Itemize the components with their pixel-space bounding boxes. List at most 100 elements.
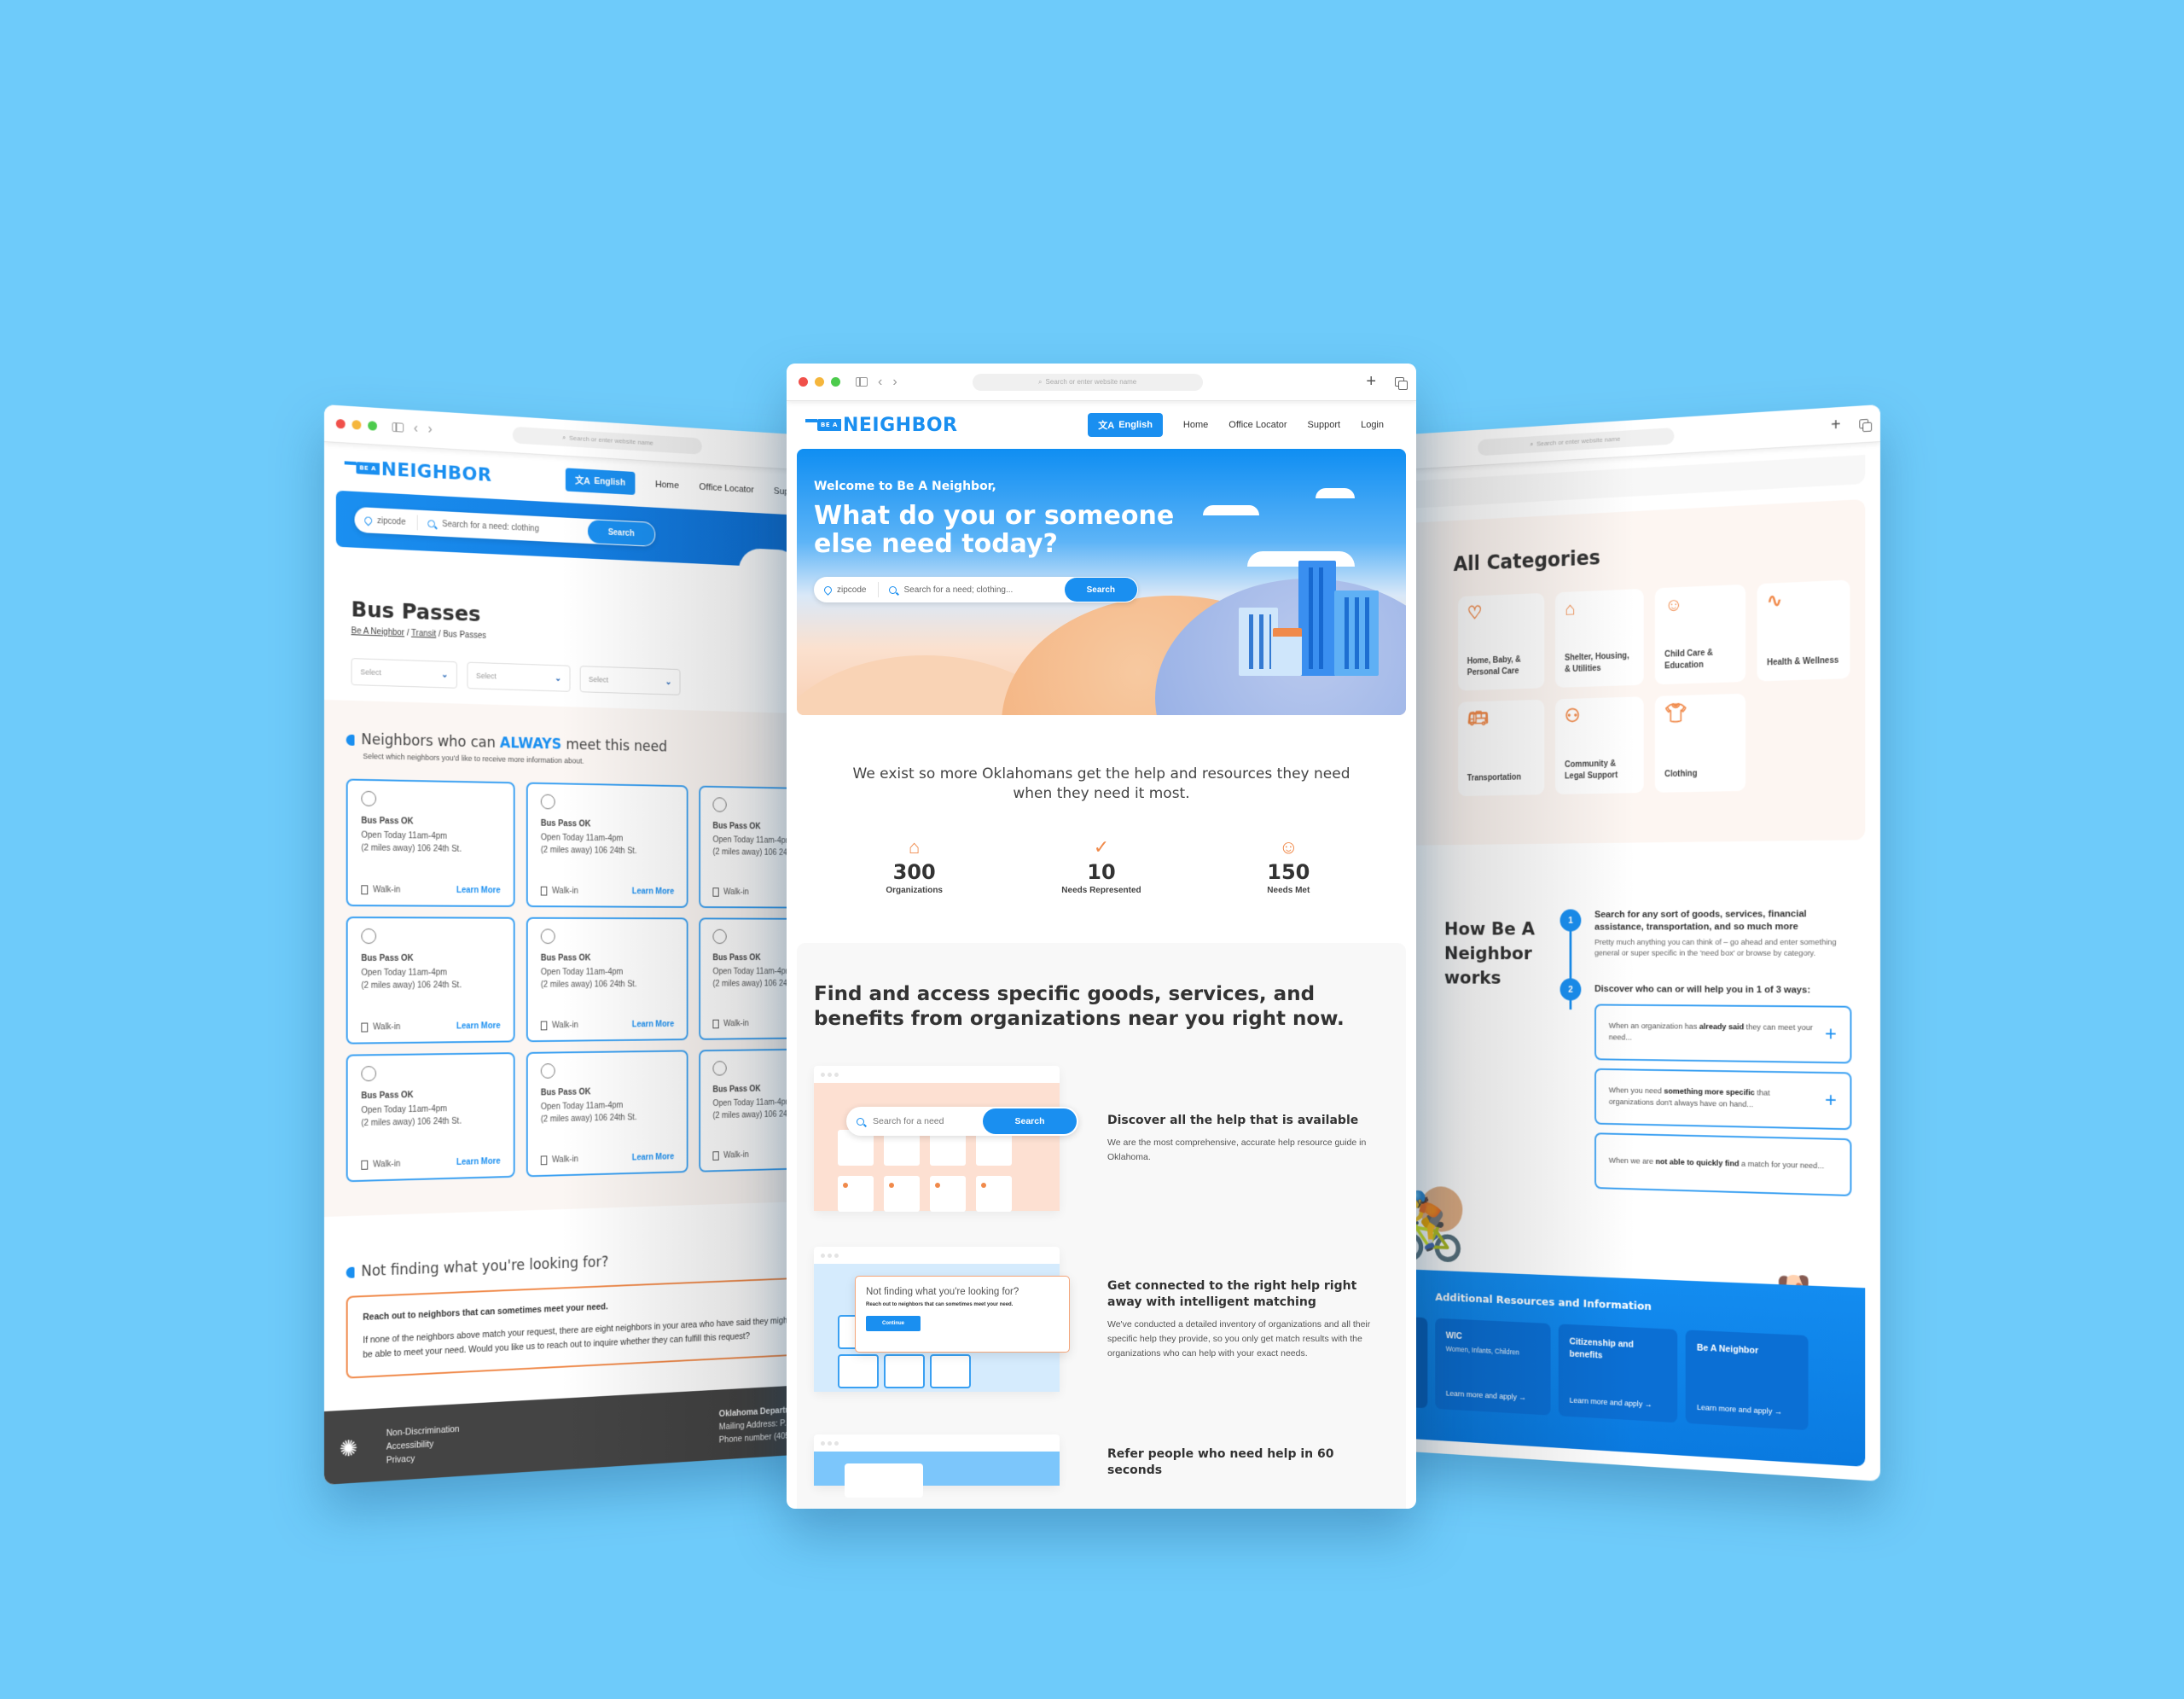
category-tile[interactable]: 🚌︎ Transportation [1458, 699, 1545, 796]
stats-row: ⌂ 300 Organizations ✓ 10 Needs Represented ☺ 15… [821, 836, 1382, 895]
logo[interactable]: BE A NEIGHBOR [805, 415, 958, 436]
select-radio[interactable] [540, 1063, 555, 1079]
house-heart-icon: ⌂ [909, 836, 921, 858]
new-tab-plus-icon[interactable]: + [1831, 416, 1840, 436]
feature-title: Discover all the help that is available [1107, 1113, 1359, 1127]
mode-text: Walk-in [551, 886, 578, 896]
learn-more-link[interactable]: Learn More [456, 1157, 500, 1167]
language-button[interactable]: 文A English [1088, 413, 1163, 437]
nav-home[interactable]: Home [655, 480, 679, 491]
nav-support[interactable]: Support [1308, 420, 1341, 430]
forward-arrow-icon[interactable]: › [428, 422, 433, 437]
org-name: Bus Pass OK [361, 1091, 414, 1102]
select-radio[interactable] [361, 1066, 377, 1082]
back-arrow-icon[interactable]: ‹ [414, 421, 418, 436]
nav-home[interactable]: Home [1183, 420, 1208, 430]
nav-links: 文AEnglish Home Office Locator Support [565, 468, 804, 504]
new-tab-plus-icon[interactable]: + [1366, 372, 1376, 392]
url-bar[interactable]: ⌕ Search or enter website name [972, 373, 1203, 391]
filter-select-1[interactable]: Select ⌄ [351, 658, 457, 689]
resource-card[interactable]: WIC Women, Infants, Children Learn more an… [1435, 1318, 1551, 1416]
sidebar-toggle-icon[interactable] [392, 422, 404, 433]
neighbor-card[interactable]: Bus Pass OK Open Today 11am-4pm (2 miles a… [526, 1050, 688, 1178]
categories-heading: All Categories [1453, 545, 1600, 576]
feature-text: Discover all the help that is available … [1107, 1113, 1380, 1165]
neighbor-card[interactable]: Bus Pass OK Open Today 11am-4pm (2 miles a… [526, 916, 688, 1043]
select-radio[interactable] [540, 794, 555, 810]
breadcrumb-home[interactable]: Be A Neighbor [351, 626, 405, 637]
back-arrow-icon[interactable]: ‹ [878, 375, 882, 390]
select-radio[interactable] [361, 928, 377, 945]
need-search-input[interactable]: Search for a need: clothing [418, 518, 587, 536]
maximize-window-button[interactable] [831, 377, 840, 387]
category-tile[interactable]: ⚇ Community & Legal Support [1555, 696, 1644, 794]
select-radio[interactable] [540, 928, 555, 945]
feature-title: Get connected to the right help right aw… [1107, 1278, 1357, 1309]
category-tile[interactable]: ☺ Child Care & Education [1654, 584, 1746, 685]
learn-more-apply-link[interactable]: Learn more and apply → [1697, 1403, 1797, 1417]
resource-card[interactable]: Citizenship and benefits Learn more and a… [1558, 1324, 1678, 1423]
learn-more-link[interactable]: Learn More [632, 887, 674, 896]
walk-in-label: Walk-in [361, 885, 400, 895]
url-placeholder: Search or enter website name [1045, 378, 1137, 386]
learn-more-link[interactable]: Learn More [456, 1021, 500, 1031]
close-window-button[interactable] [799, 377, 808, 387]
url-bar[interactable]: ⌕ Search or enter website name [512, 426, 702, 455]
hero-search-bar: zipcode Search for a need; clothing... S… [814, 577, 1138, 602]
site-header: BE A NEIGHBOR 文A English Home Office Locat… [787, 401, 1416, 449]
select-radio[interactable] [712, 797, 727, 812]
neighbor-card[interactable]: Bus Pass OK Open Today 11am-4pm (2 miles a… [346, 1052, 515, 1183]
welcome-text: Welcome to Be A Neighbor, [814, 480, 996, 493]
zipcode-field[interactable]: zipcode [822, 582, 880, 597]
tabs-overview-icon[interactable] [1395, 377, 1408, 390]
category-tile[interactable]: ∿ Health & Wellness [1757, 579, 1850, 682]
resource-card[interactable]: Be A Neighbor Learn more and apply → [1685, 1330, 1809, 1431]
heading-emphasis: ALWAYS [499, 735, 562, 753]
select-radio[interactable] [712, 1061, 727, 1076]
minimize-window-button[interactable] [351, 420, 362, 430]
need-search-input[interactable]: Search for a need; clothing... [879, 585, 1064, 595]
neighbor-card[interactable]: Bus Pass OK Open Today 11am-4pm (2 miles a… [346, 778, 515, 908]
learn-more-link[interactable]: Learn More [632, 1152, 674, 1162]
breadcrumb-transit[interactable]: Transit [411, 629, 436, 639]
url-bar[interactable]: ⌕ Search or enter website name [1478, 427, 1675, 456]
select-radio[interactable] [712, 928, 727, 945]
way-option[interactable]: When you need something more specific th… [1594, 1068, 1852, 1131]
filter-select-3[interactable]: Select ⌄ [579, 666, 681, 695]
nav-office-locator[interactable]: Office Locator [1228, 420, 1287, 430]
resource-subtitle: Women, Infants, Children [1445, 1344, 1519, 1357]
maximize-window-button[interactable] [368, 421, 377, 431]
expand-plus-icon[interactable]: + [1825, 1089, 1837, 1112]
learn-more-link[interactable]: Learn More [632, 1020, 674, 1029]
filter-select-2[interactable]: Select ⌄ [467, 661, 571, 692]
language-button[interactable]: 文A English [565, 468, 636, 495]
minimize-window-button[interactable] [815, 377, 824, 387]
category-tile[interactable]: 👕︎ Clothing [1654, 693, 1746, 793]
category-label: Health & Wellness [1767, 655, 1839, 668]
neighbor-card[interactable]: Bus Pass OK Open Today 11am-4pm (2 miles a… [346, 916, 515, 1044]
forward-arrow-icon[interactable]: › [892, 375, 897, 390]
learn-more-apply-link[interactable]: Learn more and apply → [1446, 1389, 1540, 1404]
not-finding-heading: Not finding what you're looking for? [346, 1246, 813, 1281]
door-icon [712, 1019, 719, 1029]
learn-more-link[interactable]: Learn More [456, 886, 500, 895]
step-title: Search for any sort of goods, services, … [1594, 909, 1807, 933]
nav-login[interactable]: Login [1361, 420, 1384, 430]
mock-popup-title: Not finding what you're looking for? [866, 1287, 1019, 1297]
close-window-button[interactable] [335, 418, 346, 429]
expand-plus-icon[interactable]: + [1825, 1022, 1837, 1045]
zipcode-field[interactable]: zipcode [363, 512, 419, 531]
nav-office-locator[interactable]: Office Locator [700, 482, 754, 495]
search-button[interactable]: Search [1064, 578, 1137, 602]
logo[interactable]: BE A NEIGHBOR [356, 457, 492, 486]
search-button[interactable]: Search [587, 519, 655, 546]
sidebar-toggle-icon[interactable] [856, 377, 868, 387]
learn-more-apply-link[interactable]: Learn more and apply → [1570, 1396, 1666, 1411]
results-page-window: ‹ › ⌕ Search or enter website name BE AN… [324, 404, 833, 1485]
category-tile[interactable]: ♡ Home, Baby, & Personal Care [1458, 592, 1545, 691]
tabs-overview-icon[interactable] [1859, 418, 1869, 429]
select-radio[interactable] [361, 790, 377, 806]
way-option[interactable]: When an organization has already said th… [1594, 1004, 1852, 1064]
neighbor-card[interactable]: Bus Pass OK Open Today 11am-4pm (2 miles a… [526, 782, 688, 908]
category-tile[interactable]: ⌂ Shelter, Housing, & Utilities [1555, 588, 1644, 688]
